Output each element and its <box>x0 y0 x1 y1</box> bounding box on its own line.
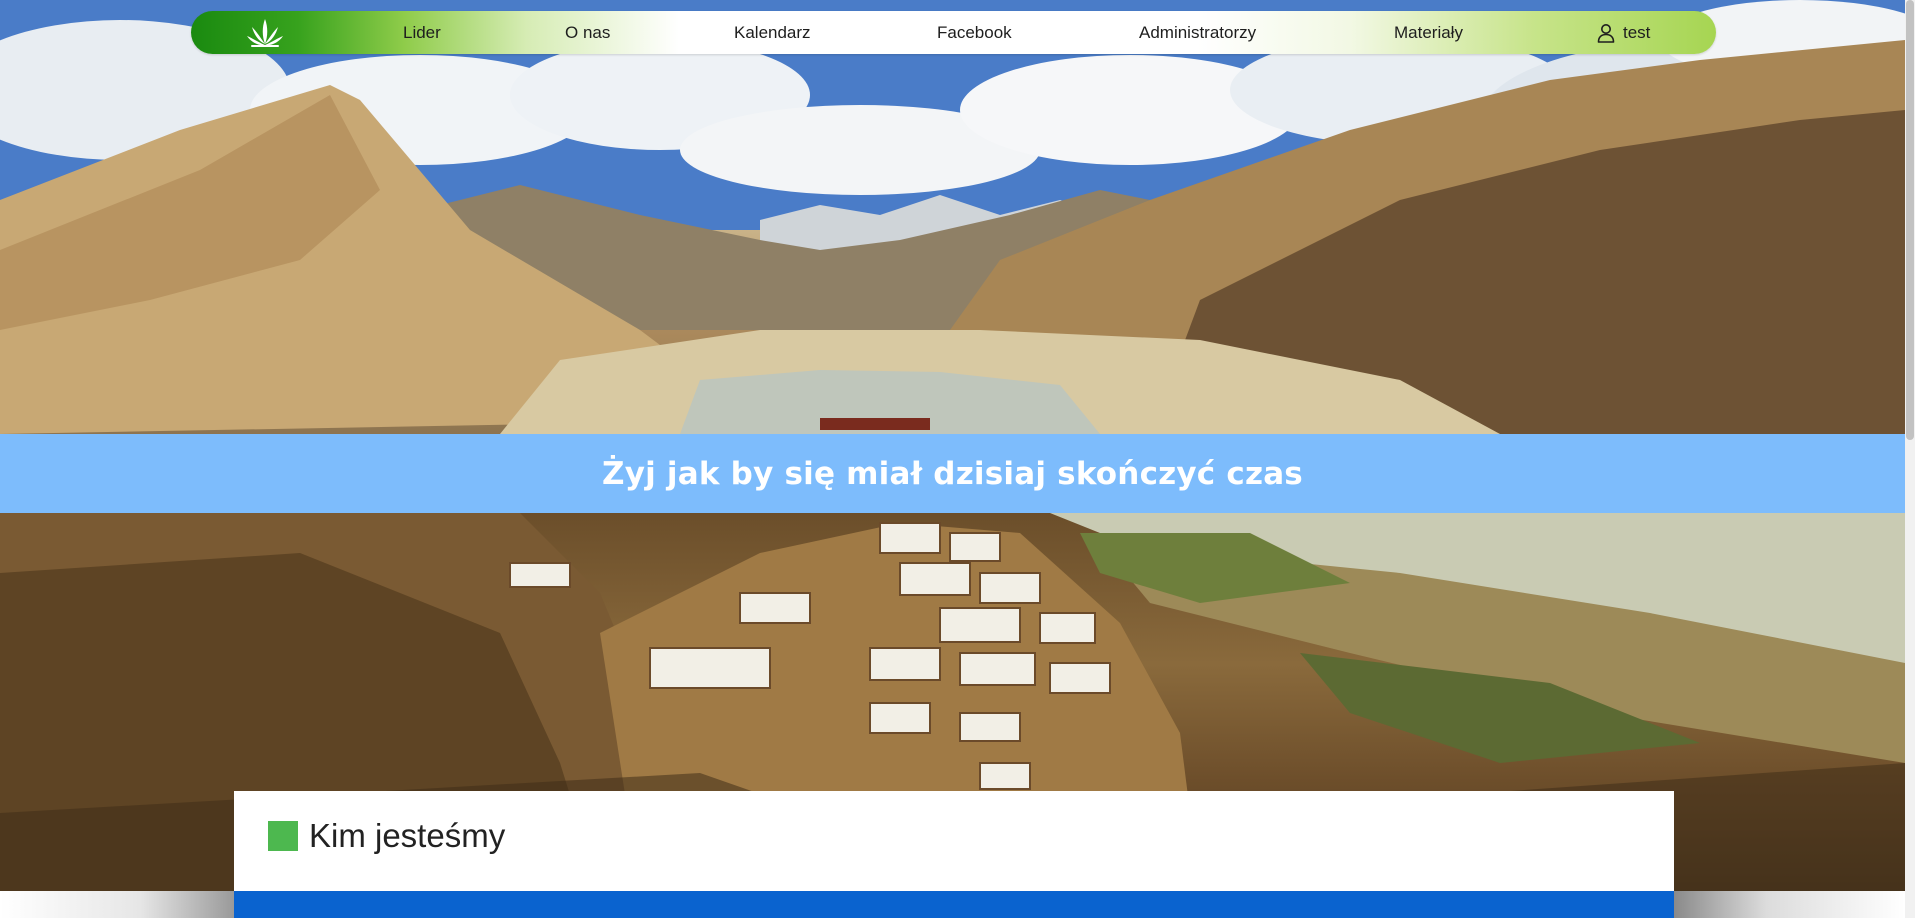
bottom-shadow-right <box>1674 891 1905 918</box>
motto-text: Żyj jak by się miał dzisiaj skończyć cza… <box>602 455 1303 492</box>
section-title: Kim jesteśmy <box>309 817 506 854</box>
nav-item-materialy[interactable]: Materiały <box>1394 11 1463 54</box>
lotus-icon[interactable] <box>245 16 285 50</box>
main-navbar: Lider O nas Kalendarz Facebook Administr… <box>191 11 1716 54</box>
nav-user-menu[interactable]: test <box>1597 11 1650 54</box>
section-heading: Kim jesteśmy <box>268 817 505 855</box>
hero-mountains-image <box>0 0 1905 434</box>
nav-item-lider[interactable]: Lider <box>403 11 441 54</box>
content-card: Kim jesteśmy <box>234 791 1674 891</box>
scrollbar-thumb[interactable] <box>1906 0 1914 440</box>
nav-item-o-nas[interactable]: O nas <box>565 11 610 54</box>
page: Lider O nas Kalendarz Facebook Administr… <box>0 0 1915 918</box>
content-blue-band <box>234 891 1674 918</box>
heading-marker <box>268 821 298 851</box>
nav-item-administratorzy[interactable]: Administratorzy <box>1139 11 1256 54</box>
nav-user-label: test <box>1623 23 1651 42</box>
bottom-shadow-left <box>0 891 234 918</box>
user-icon <box>1597 23 1615 43</box>
nav-item-facebook[interactable]: Facebook <box>937 11 1012 54</box>
nav-item-kalendarz[interactable]: Kalendarz <box>734 11 811 54</box>
page-scrollbar[interactable] <box>1905 0 1915 918</box>
motto-banner: Żyj jak by się miał dzisiaj skończyć cza… <box>0 434 1905 513</box>
